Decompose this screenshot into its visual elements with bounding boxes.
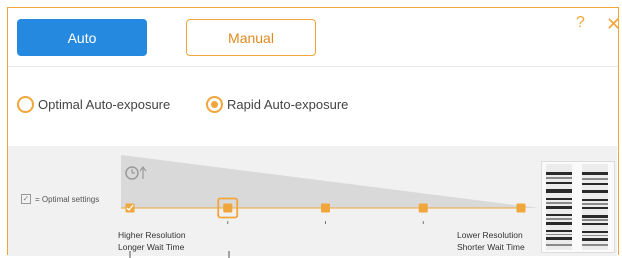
lower-resolution-line1: Lower Resolution: [457, 230, 523, 240]
higher-resolution-line1: Higher Resolution: [118, 230, 186, 240]
gel-preview-image: [541, 161, 615, 253]
gel-bands-image: [546, 164, 608, 250]
lower-resolution-line2: Shorter Wait Time: [457, 242, 525, 252]
higher-resolution-label: Higher Resolution Longer Wait Time: [118, 229, 186, 253]
slider-stop[interactable]: [321, 203, 330, 225]
slider-stop[interactable]: [418, 203, 428, 225]
resolution-wedge: [121, 155, 539, 208]
slider-stop[interactable]: [125, 203, 135, 213]
resolution-slider[interactable]: [8, 8, 618, 258]
higher-resolution-line2: Longer Wait Time: [118, 242, 185, 252]
exposure-dialog: Auto Manual ? ✕ Optimal Auto-exposure Ra…: [7, 7, 621, 258]
lower-resolution-label: Lower Resolution Shorter Wait Time: [457, 229, 525, 253]
slider-stop[interactable]: [516, 203, 526, 213]
